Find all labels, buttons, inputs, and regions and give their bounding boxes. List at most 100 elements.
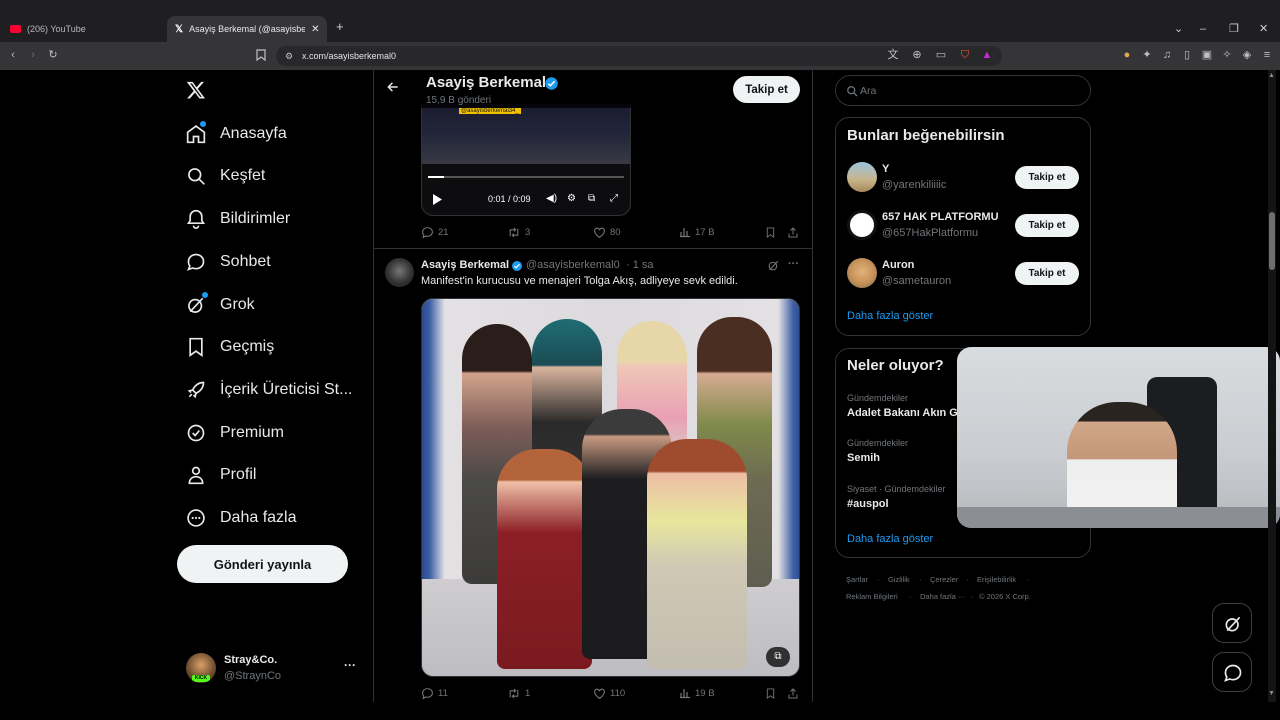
nav-explore[interactable]: Keşfet [186, 160, 265, 192]
tweet-time[interactable]: · 1 sa [626, 259, 654, 271]
cast-icon[interactable]: ▭ [934, 48, 948, 62]
scrollbar-down-icon[interactable]: ▼ [1268, 690, 1275, 697]
play-icon[interactable] [432, 194, 442, 205]
reply-count: 21 [438, 227, 449, 238]
footer-link-cookies[interactable]: Çerezler [930, 575, 958, 584]
grok-icon [1225, 616, 1241, 632]
footer-link-terms[interactable]: Şartlar [846, 575, 868, 584]
share-button[interactable] [787, 226, 803, 239]
tab-search-icon[interactable]: ⌄ [1174, 22, 1183, 36]
reload-icon[interactable]: ↻ [46, 48, 60, 62]
account-switcher[interactable]: KICK Stray&Co. @StraynCo ··· [184, 652, 364, 686]
bookmark-button[interactable] [765, 226, 780, 239]
scrollbar-up-icon[interactable]: ▲ [1268, 72, 1275, 79]
back-icon[interactable]: ‹ [6, 48, 20, 62]
trend-category: Siyaset · Gündemdekiler [847, 484, 946, 494]
vpn-icon[interactable]: ◈ [1240, 48, 1254, 62]
video-time: 0:01 / 0:09 [488, 194, 531, 204]
forward-icon[interactable]: › [26, 48, 40, 62]
sidebar-icon[interactable]: ▯ [1180, 48, 1194, 62]
tweet-image[interactable]: ⧉ [421, 298, 800, 677]
footer-link-more[interactable]: Daha fazla ··· [920, 592, 965, 601]
back-arrow-icon[interactable] [386, 80, 400, 94]
suggestion-avatar[interactable] [847, 162, 877, 192]
nav-notifications[interactable]: Bildirimler [186, 203, 290, 235]
image-action-icon[interactable]: ⧉ [766, 647, 790, 667]
tab-youtube[interactable]: (206) YouTube [6, 16, 166, 42]
minimize-icon[interactable]: – [1200, 22, 1206, 36]
follow-suggestion-button[interactable]: Takip et [1015, 214, 1079, 237]
pip-icon[interactable]: ⧉ [588, 193, 595, 204]
settings-icon[interactable]: ⚙ [567, 193, 576, 204]
footer-link-privacy[interactable]: Gizlilik [888, 575, 910, 584]
nav-profile[interactable]: Profil [186, 459, 256, 491]
suggestion-name[interactable]: Auron [882, 259, 914, 271]
views-button[interactable]: 17 B [679, 226, 715, 238]
like-button[interactable]: 110 [593, 687, 625, 700]
like-button[interactable]: 80 [593, 226, 621, 239]
follow-button[interactable]: Takip et [733, 76, 800, 103]
suggestion-name[interactable]: 657 HAK PLATFORMU [882, 211, 999, 223]
x-logo-icon[interactable] [186, 80, 206, 100]
tweet-author-handle[interactable]: @asayisberkemal0 [526, 259, 620, 271]
trend-category: Gündemdekiler [847, 438, 909, 448]
footer-link-accessibility[interactable]: Erişilebilirlik [977, 575, 1016, 584]
suggestion-name[interactable]: Y [882, 163, 889, 175]
tab-x-profile[interactable]: 𝕏 Asayiş Berkemal (@asayisberken ✕ [167, 16, 327, 42]
search-input[interactable]: Ara [835, 75, 1091, 106]
follow-suggestion-button[interactable]: Takip et [1015, 262, 1079, 285]
suggestion-avatar[interactable] [847, 210, 877, 240]
footer-separator: · [919, 575, 922, 584]
volume-icon[interactable]: ◀) [546, 193, 557, 204]
tweet-more-icon[interactable]: ··· [788, 258, 799, 270]
tweet-author-name[interactable]: Asayiş Berkemal [421, 259, 509, 271]
close-tab-icon[interactable]: ✕ [311, 24, 319, 35]
account-more-icon[interactable]: ··· [344, 658, 356, 672]
show-more-trends-link[interactable]: Daha fazla göster [847, 533, 933, 545]
zoom-icon[interactable]: ⊕ [910, 48, 924, 62]
views-button[interactable]: 19 B [679, 687, 715, 699]
reply-button[interactable]: 11 [421, 687, 448, 700]
translate-icon[interactable]: 文 [886, 48, 900, 62]
nav-more[interactable]: Daha fazla [186, 502, 297, 534]
suggestion-avatar[interactable] [847, 258, 877, 288]
follow-suggestion-button[interactable]: Takip et [1015, 166, 1079, 189]
reply-button[interactable]: 21 [421, 226, 449, 239]
reply-count: 11 [438, 688, 448, 699]
brave-shield-icon[interactable]: ⛉ [958, 48, 972, 62]
grok-explain-icon[interactable] [767, 259, 780, 272]
tweet-avatar[interactable] [385, 258, 414, 287]
menu-icon[interactable]: ≡ [1260, 48, 1274, 62]
leo-icon[interactable]: ✧ [1220, 48, 1234, 62]
search-icon [847, 86, 858, 97]
show-more-suggestions-link[interactable]: Daha fazla göster [847, 310, 933, 322]
scrollbar-thumb[interactable] [1269, 212, 1275, 270]
extensions-icon[interactable]: ✦ [1140, 48, 1154, 62]
nav-premium[interactable]: Premium [186, 417, 284, 449]
video-progress-track[interactable] [428, 176, 624, 178]
grok-floating-button[interactable] [1212, 603, 1252, 643]
site-info-icon[interactable]: ⚙ [282, 49, 296, 63]
maximize-icon[interactable]: ❐ [1229, 22, 1239, 36]
repost-icon [509, 688, 519, 699]
nav-bookmarks[interactable]: Geçmiş [186, 331, 274, 363]
page-scrollbar[interactable] [1268, 70, 1276, 702]
repost-button[interactable]: 3 [507, 226, 530, 239]
wallet-icon[interactable]: ▣ [1200, 48, 1214, 62]
nav-chat[interactable]: Sohbet [186, 246, 271, 278]
footer-link-ads-info[interactable]: Reklam Bilgileri [846, 592, 898, 601]
extension-1-icon[interactable]: ● [1120, 48, 1134, 62]
bookmark-page-icon[interactable] [254, 48, 268, 62]
nav-creator-studio[interactable]: İçerik Üreticisi St... [186, 374, 352, 406]
messages-floating-button[interactable] [1212, 652, 1252, 692]
new-tab-button[interactable]: + [336, 20, 344, 34]
video-player[interactable]: @asayisberkemal34_ 0:01 / 0:09 ◀) ⚙ ⧉ ⤢ [421, 104, 631, 216]
repost-button[interactable]: 1 [507, 687, 530, 700]
share-button[interactable] [787, 687, 803, 700]
window-close-icon[interactable]: ✕ [1259, 22, 1268, 36]
media-icon[interactable]: ♫ [1160, 48, 1174, 62]
fullscreen-icon[interactable]: ⤢ [610, 193, 618, 204]
brave-rewards-icon[interactable]: ▲ [980, 48, 994, 62]
bookmark-button[interactable] [765, 687, 780, 700]
post-button[interactable]: Gönderi yayınla [177, 545, 348, 583]
